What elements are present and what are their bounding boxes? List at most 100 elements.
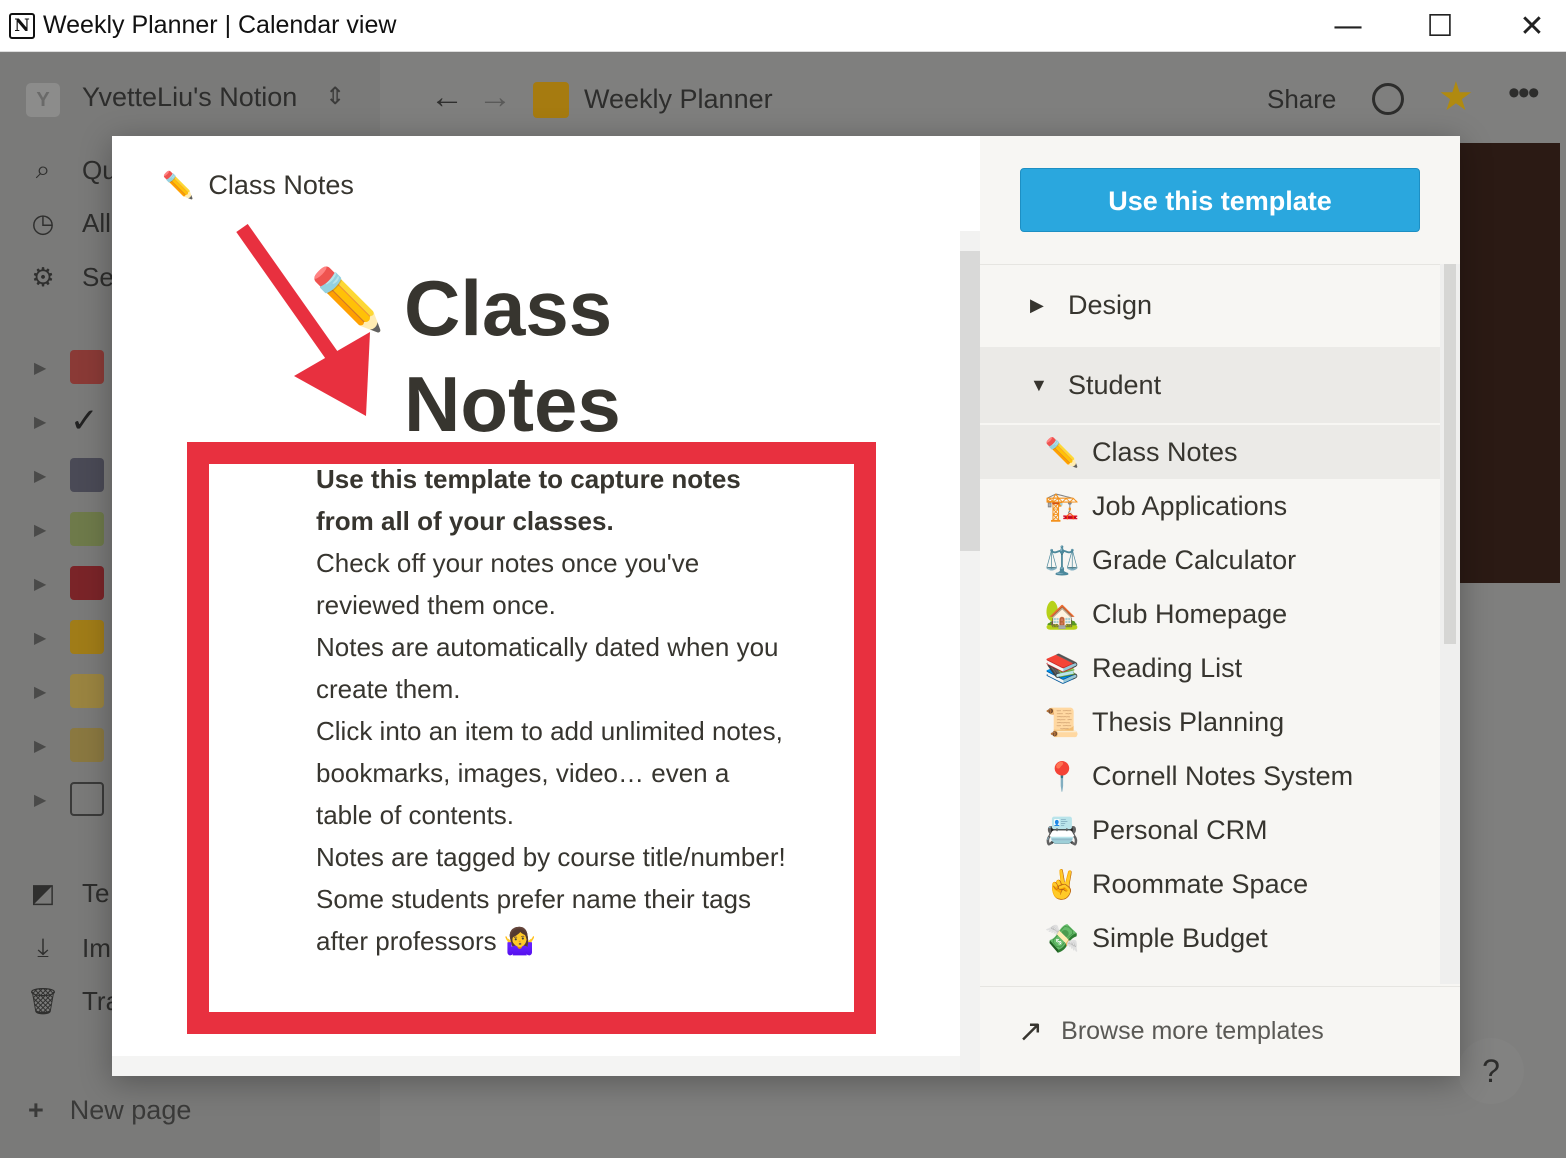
workspace-avatar[interactable]: Y <box>26 83 60 117</box>
preview-breadcrumb-label: Class Notes <box>208 170 354 200</box>
template-item-personal-crm[interactable]: 📇 Personal CRM <box>980 803 1440 857</box>
scales-icon: ⚖️ <box>1044 544 1080 576</box>
template-label: Roommate Space <box>1092 868 1309 899</box>
maximize-button[interactable]: ☐ <box>1394 0 1486 52</box>
sidebar-item-search[interactable]: ⌕ Qu <box>26 154 117 186</box>
templates-icon: ◩ <box>30 878 56 908</box>
expand-arrow-icon[interactable]: ▶ <box>34 574 46 594</box>
arrow-up-right-icon: ↗ <box>1018 1015 1044 1048</box>
use-template-button[interactable]: Use this template <box>1020 168 1420 232</box>
divider <box>980 264 1460 265</box>
template-item-cornell-notes[interactable]: 📍 Cornell Notes System <box>980 749 1440 803</box>
template-item-simple-budget[interactable]: 💸 Simple Budget <box>980 911 1440 965</box>
window-title: Weekly Planner | Calendar view <box>43 11 397 39</box>
expand-arrow-icon[interactable]: ▶ <box>34 790 46 810</box>
forward-arrow-icon[interactable]: → <box>478 78 512 117</box>
triangle-right-icon: ▶ <box>1030 294 1044 315</box>
updates-clock-icon[interactable] <box>1372 83 1404 115</box>
book-icon <box>70 566 104 600</box>
category-design[interactable]: ▶ Design <box>980 267 1440 343</box>
checkmark-icon: ✓ <box>70 402 99 440</box>
sidebar-item-settings[interactable]: ⚙ Se <box>26 262 114 293</box>
scales-icon <box>70 728 104 762</box>
panel-scrollbar[interactable] <box>1440 264 1460 984</box>
scrollbar-thumb[interactable] <box>960 251 980 551</box>
template-item-club-homepage[interactable]: 🏡 Club Homepage <box>980 587 1440 641</box>
construction-icon: 🏗️ <box>1044 490 1080 522</box>
page-cover-image <box>1460 143 1560 583</box>
trash-icon: 🗑 <box>26 986 60 1016</box>
template-label: Cornell Notes System <box>1092 760 1354 791</box>
sidebar-item-label: Se <box>82 262 114 292</box>
expand-arrow-icon[interactable]: ▶ <box>34 520 46 540</box>
template-label: Class Notes <box>1092 436 1238 467</box>
import-icon: ⤓ <box>37 932 49 962</box>
browse-label: Browse more templates <box>1061 1017 1324 1045</box>
template-label: Thesis Planning <box>1092 706 1285 737</box>
expand-arrow-icon[interactable]: ▶ <box>34 358 46 378</box>
workspace-name[interactable]: YvetteLiu's Notion <box>82 82 297 113</box>
sidebar-item-templates[interactable]: ◩ Te <box>26 878 110 909</box>
template-label: Simple Budget <box>1092 922 1268 953</box>
template-label: Grade Calculator <box>1092 544 1297 575</box>
card-index-icon: 📇 <box>1044 814 1080 846</box>
notebook-icon <box>533 82 569 118</box>
house-icon <box>70 512 104 546</box>
template-preview: ✏️ Class Notes ✏️ Class Notes Use this t… <box>112 136 960 1076</box>
pin-icon: 📍 <box>1044 760 1080 792</box>
sidebar-item-import[interactable]: ⤓ Im <box>26 932 111 964</box>
new-page-button[interactable]: + New page <box>28 1095 191 1126</box>
template-item-job-applications[interactable]: 🏗️ Job Applications <box>980 479 1440 533</box>
breadcrumb[interactable]: Weekly Planner <box>584 84 773 115</box>
notebook-icon <box>70 620 104 654</box>
expand-arrow-icon[interactable]: ▶ <box>34 736 46 756</box>
back-arrow-icon[interactable]: ← <box>430 78 464 117</box>
template-item-thesis-planning[interactable]: 📜 Thesis Planning <box>980 695 1440 749</box>
category-label: Student <box>1068 369 1162 400</box>
template-item-grade-calculator[interactable]: ⚖️ Grade Calculator <box>980 533 1440 587</box>
peace-hand-icon: ✌️ <box>1044 868 1080 900</box>
preview-horizontal-scrollbar[interactable] <box>112 1056 960 1076</box>
sidebar-item-label: Im <box>82 932 111 963</box>
template-item-roommate-space[interactable]: ✌️ Roommate Space <box>980 857 1440 911</box>
gear-icon: ⚙ <box>31 262 55 292</box>
clock-icon: ◷ <box>31 208 55 238</box>
minimize-button[interactable]: — <box>1302 0 1394 52</box>
scrollbar-thumb[interactable] <box>1444 264 1456 644</box>
favorite-star-icon[interactable]: ★ <box>1438 74 1474 120</box>
share-button[interactable]: Share <box>1267 84 1336 115</box>
template-item-reading-list[interactable]: 📚 Reading List <box>980 641 1440 695</box>
page-icon-pencil: ✏️ <box>310 266 385 333</box>
house-icon: 🏡 <box>1044 598 1080 630</box>
expand-arrow-icon[interactable]: ▶ <box>34 682 46 702</box>
page-title-line: Class <box>404 264 613 352</box>
category-label: Design <box>1068 289 1153 320</box>
pushpin-icon <box>70 350 104 384</box>
expand-arrow-icon[interactable]: ▶ <box>34 466 46 486</box>
help-button[interactable]: ? <box>1458 1038 1524 1104</box>
workspace-switch-icon[interactable]: ⇕ <box>325 82 345 111</box>
page-title-line: Notes <box>404 360 621 448</box>
page-title: Class Notes <box>404 260 621 452</box>
browse-more-templates-link[interactable]: ↗ Browse more templates <box>980 986 1460 1076</box>
calendar-icon <box>70 458 104 492</box>
more-options-icon[interactable]: ••• <box>1508 74 1540 113</box>
preview-scrollbar[interactable] <box>960 231 980 1076</box>
sidebar-item-trash[interactable]: 🗑 Tra <box>26 986 120 1017</box>
template-label: Club Homepage <box>1092 598 1288 629</box>
search-icon: ⌕ <box>35 154 51 184</box>
template-label: Job Applications <box>1092 490 1288 521</box>
category-student[interactable]: ▼ Student <box>980 347 1440 423</box>
template-label: Personal CRM <box>1092 814 1268 845</box>
template-list-panel: Use this template ▶ Design ▼ Student ✏️ … <box>980 136 1460 1076</box>
close-window-button[interactable]: ✕ <box>1486 0 1566 52</box>
notion-logo-icon: N <box>9 12 35 39</box>
expand-arrow-icon[interactable]: ▶ <box>34 628 46 648</box>
books-icon: 📚 <box>1044 652 1080 684</box>
expand-arrow-icon[interactable]: ▶ <box>34 412 46 432</box>
template-item-class-notes[interactable]: ✏️ Class Notes <box>980 425 1440 479</box>
money-icon: 💸 <box>1044 922 1080 954</box>
scroll-icon <box>70 674 104 708</box>
pencil-icon: ✏️ <box>162 170 195 200</box>
sidebar-item-updates[interactable]: ◷ All <box>26 208 111 239</box>
